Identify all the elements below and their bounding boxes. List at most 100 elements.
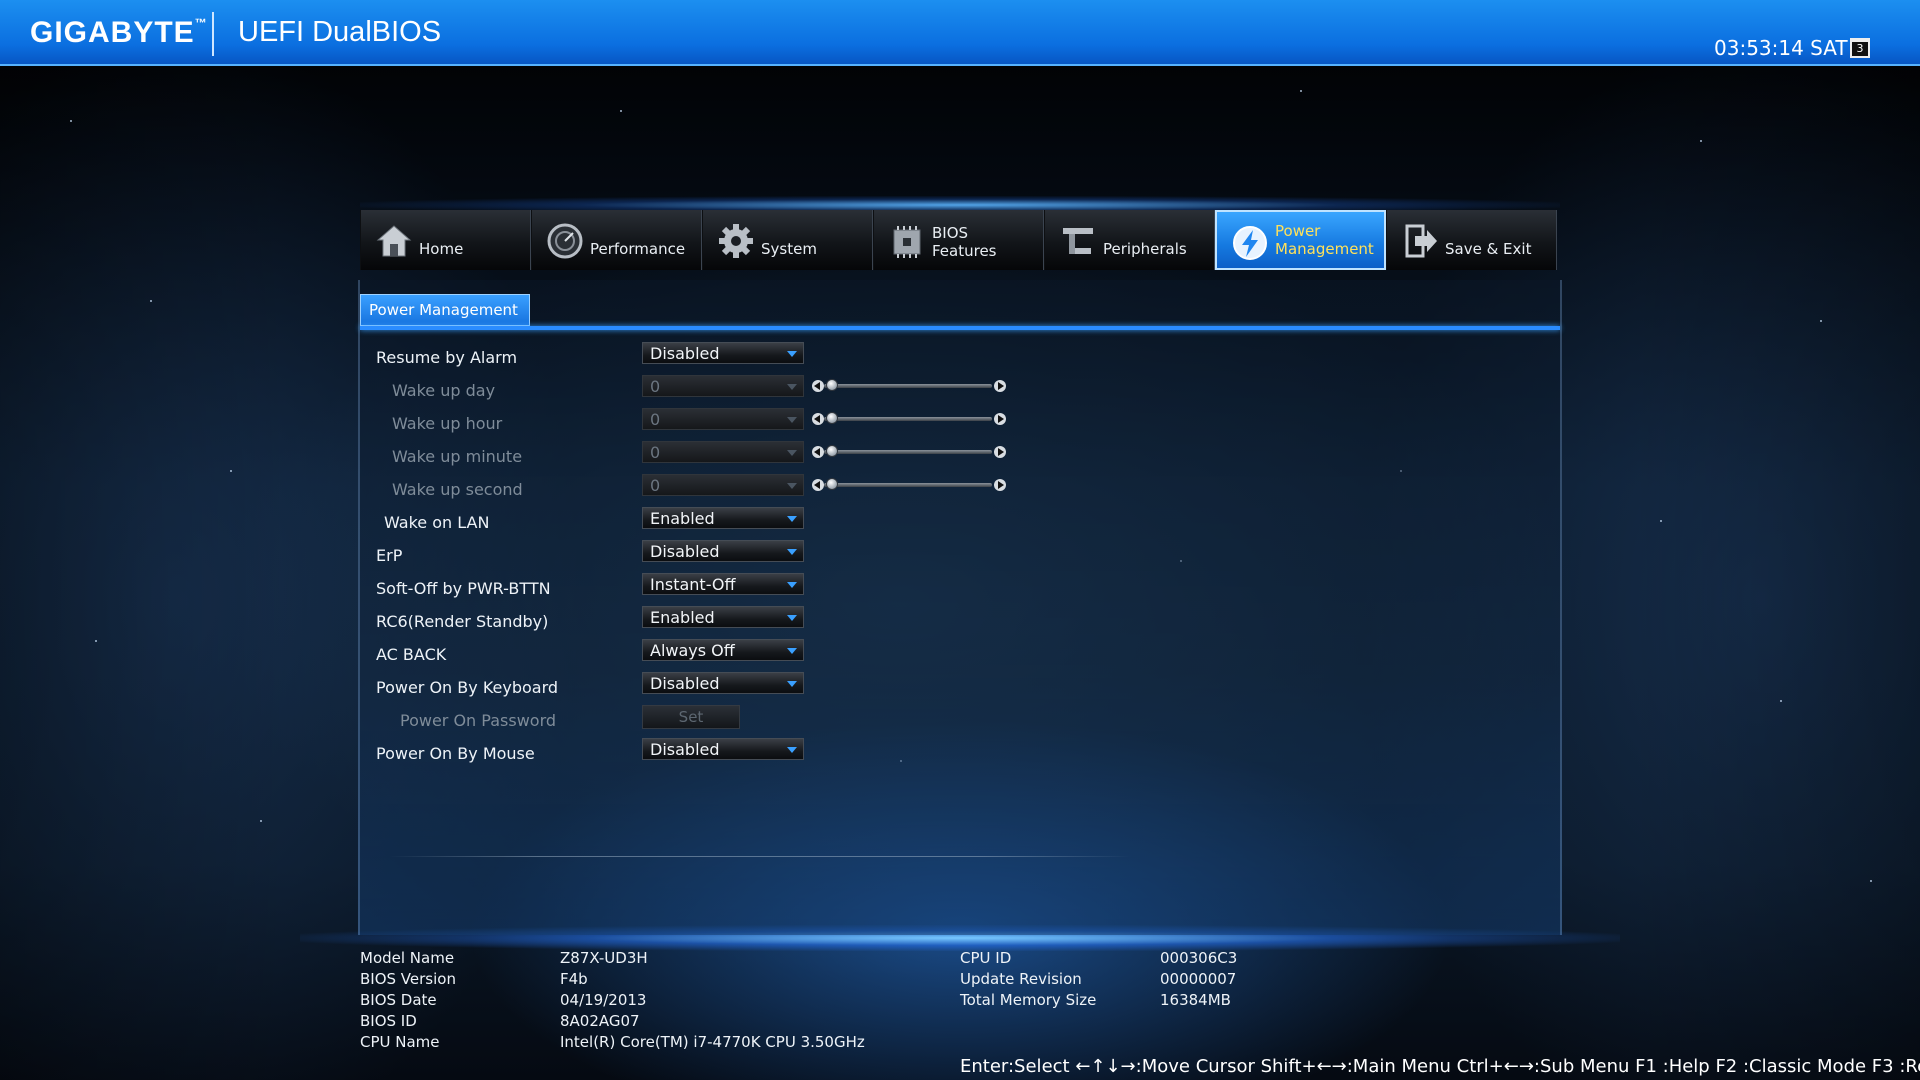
info-label: BIOS Date [360, 991, 437, 1009]
setting-label: Wake up minute [392, 447, 523, 466]
panel-divider [390, 856, 1130, 857]
slider-right-arrow-icon [994, 446, 1006, 458]
slider-track [824, 384, 992, 388]
info-value: 04/19/2013 [560, 991, 647, 1009]
slider-track [824, 417, 992, 421]
subtab-power-management[interactable]: Power Management [360, 294, 530, 326]
star [260, 820, 262, 822]
wake-up-second-slider [812, 477, 1008, 493]
wake-on-lan-dropdown[interactable]: Enabled [642, 507, 804, 529]
dropdown-arrow-icon [787, 681, 797, 687]
star [1660, 520, 1662, 522]
tab-power-management[interactable]: Power Management [1215, 210, 1386, 270]
info-value: 000306C3 [1160, 949, 1238, 967]
setting-power-on-password: Power On Password Set [360, 705, 1060, 738]
key-help-bar: Enter:Select ←↑↓→:Move Cursor Shift+←→:M… [960, 1056, 1920, 1077]
setting-soft-off-by-pwr-bttn[interactable]: Soft-Off by PWR-BTTN Instant-Off [360, 573, 1060, 606]
header-divider [212, 12, 214, 56]
dropdown-arrow-icon [787, 450, 797, 456]
dropdown-value: 0 [650, 410, 661, 429]
setting-power-on-by-mouse[interactable]: Power On By Mouse Disabled [360, 738, 1060, 771]
rc6-dropdown[interactable]: Enabled [642, 606, 804, 628]
setting-label: RC6(Render Standby) [376, 612, 549, 631]
slider-knob [826, 412, 838, 424]
setting-ac-back[interactable]: AC BACK Always Off [360, 639, 1060, 672]
setting-power-on-by-keyboard[interactable]: Power On By Keyboard Disabled [360, 672, 1060, 705]
setting-resume-by-alarm[interactable]: Resume by Alarm Disabled [360, 342, 1060, 375]
tab-bios-features-label: BIOS Features [932, 224, 997, 260]
star [1870, 880, 1872, 882]
dropdown-arrow-icon [787, 648, 797, 654]
tab-system[interactable]: System [702, 210, 873, 270]
info-value: Z87X-UD3H [560, 949, 648, 967]
info-label: Total Memory Size [960, 991, 1097, 1009]
setting-rc6-render-standby[interactable]: RC6(Render Standby) Enabled [360, 606, 1060, 639]
subtab-underline [360, 326, 1560, 330]
slider-left-arrow-icon [812, 446, 824, 458]
setting-wake-up-hour: Wake up hour 0 [360, 408, 1060, 441]
slider-knob [826, 478, 838, 490]
tab-save-exit-label: Save & Exit [1445, 240, 1532, 258]
tab-performance-label: Performance [590, 240, 686, 258]
setting-erp[interactable]: ErP Disabled [360, 540, 1060, 573]
tab-save-exit[interactable]: Save & Exit [1386, 210, 1557, 270]
dropdown-arrow-icon [787, 417, 797, 423]
dropdown-value: 0 [650, 377, 661, 396]
dropdown-arrow-icon [787, 516, 797, 522]
top-header-bar: GIGABYTE™ UEFI DualBIOS 03:53:14 SAT 3 [0, 0, 1920, 66]
info-label: BIOS Version [360, 970, 456, 988]
peripherals-icon [1063, 228, 1093, 254]
tab-home-label: Home [419, 240, 464, 258]
slider-right-arrow-icon [994, 380, 1006, 392]
info-label: Update Revision [960, 970, 1082, 988]
wake-up-day-dropdown: 0 [642, 375, 804, 397]
product-title: UEFI DualBIOS [238, 16, 442, 48]
wake-up-second-dropdown: 0 [642, 474, 804, 496]
star [1700, 140, 1702, 142]
tab-power-management-label: Power Management [1275, 222, 1374, 258]
setting-label: Wake up day [392, 381, 496, 400]
tab-performance[interactable]: Performance [531, 210, 702, 270]
info-value: F4b [560, 970, 588, 988]
setting-label: Wake on LAN [384, 513, 490, 532]
star [230, 470, 232, 472]
gauge-icon [547, 223, 583, 259]
dropdown-arrow-icon [787, 747, 797, 753]
gear-icon [719, 224, 753, 258]
info-value: 00000007 [1160, 970, 1237, 988]
power-on-mouse-dropdown[interactable]: Disabled [642, 738, 804, 760]
dropdown-arrow-icon [787, 384, 797, 390]
info-label: BIOS ID [360, 1012, 417, 1030]
soft-off-dropdown[interactable]: Instant-Off [642, 573, 804, 595]
setting-label: Resume by Alarm [376, 348, 518, 367]
slider-right-arrow-icon [994, 413, 1006, 425]
erp-dropdown[interactable]: Disabled [642, 540, 804, 562]
setting-label: Power On By Keyboard [376, 678, 559, 697]
setting-label: AC BACK [376, 645, 447, 664]
dropdown-value: Disabled [650, 542, 720, 561]
info-value: Intel(R) Core(TM) i7-4770K CPU 3.50GHz [560, 1033, 865, 1051]
dropdown-value: Disabled [650, 740, 720, 759]
resume-by-alarm-dropdown[interactable]: Disabled [642, 342, 804, 364]
dropdown-value: Always Off [650, 641, 735, 660]
star [1300, 90, 1302, 92]
wake-up-day-slider [812, 378, 1008, 394]
tab-home[interactable]: Home [360, 210, 531, 270]
setting-label: Soft-Off by PWR-BTTN [376, 579, 551, 598]
tab-bios-features[interactable]: BIOS Features [873, 210, 1044, 270]
dropdown-arrow-icon [787, 351, 797, 357]
ac-back-dropdown[interactable]: Always Off [642, 639, 804, 661]
main-menu-tabs: Home Performance System BIOS Features Pe… [360, 210, 1558, 270]
gigabyte-logo: GIGABYTE™ [30, 16, 208, 49]
setting-wake-on-lan[interactable]: Wake on LAN Enabled [360, 507, 1060, 540]
star [70, 120, 72, 122]
info-label: Model Name [360, 949, 455, 967]
tab-peripherals[interactable]: Peripherals [1044, 210, 1215, 270]
slider-track [824, 483, 992, 487]
dropdown-value: 0 [650, 443, 661, 462]
dropdown-arrow-icon [787, 615, 797, 621]
power-on-keyboard-dropdown[interactable]: Disabled [642, 672, 804, 694]
power-on-password-set-button: Set [642, 705, 740, 729]
setting-wake-up-minute: Wake up minute 0 [360, 441, 1060, 474]
house-icon [376, 225, 412, 257]
